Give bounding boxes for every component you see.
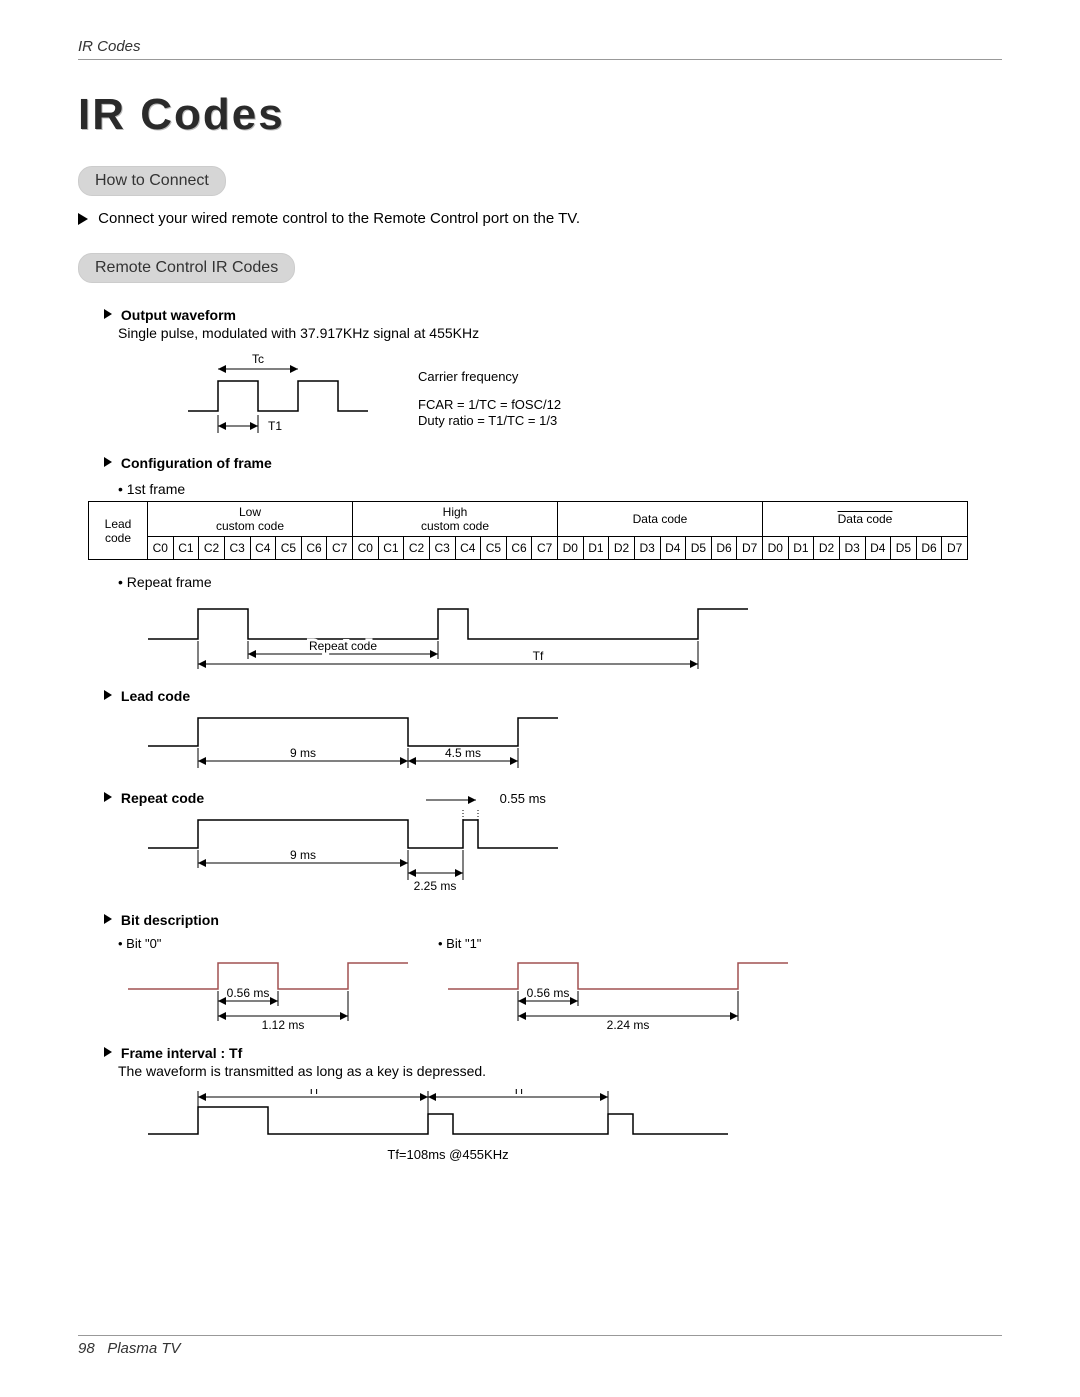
page-title: IR Codes: [78, 90, 1002, 140]
frame-cell: C5: [276, 537, 302, 560]
frame-cell: C6: [301, 537, 327, 560]
heading-configuration: Configuration of frame: [104, 455, 1002, 471]
frame-cell: D0: [558, 537, 584, 560]
repeat-code-label: Repeat code: [309, 639, 377, 653]
bit0-1.12ms: 1.12 ms: [262, 1018, 305, 1031]
frame-cell: C1: [378, 537, 404, 560]
tc-label: Tc: [252, 352, 264, 366]
heading-text: Bit description: [121, 912, 219, 928]
frame-cell: D5: [891, 537, 917, 560]
carrier-freq-label: Carrier frequency: [418, 369, 519, 384]
frame-header: Data code: [763, 502, 968, 537]
repeat-9ms: 9 ms: [290, 848, 316, 862]
heading-bit-description: Bit description: [104, 912, 1002, 928]
frame-cell: C0: [353, 537, 379, 560]
frame-interval-description: The waveform is transmitted as long as a…: [118, 1063, 1002, 1079]
frame-cell: C2: [404, 537, 430, 560]
heading-repeat-code: Repeat code 0.55 ms: [104, 790, 1002, 806]
header-label: IR Codes: [78, 38, 1002, 55]
tf1: Tf: [308, 1089, 319, 1097]
diagram-repeat-code: 9 ms 2.25 ms: [138, 808, 1002, 898]
frame-header: Data code: [558, 502, 763, 537]
section-how-to-connect: How to Connect: [78, 166, 226, 196]
fcar-label: FCAR = 1/TC = fOSC/12: [418, 397, 561, 412]
heading-text: Lead code: [121, 688, 190, 704]
frame-header: Lowcustom code: [148, 502, 353, 537]
heading-frame-interval: Frame interval : Tf: [104, 1045, 1002, 1061]
repeat-2.25ms: 2.25 ms: [414, 879, 457, 893]
frame-cell: D4: [660, 537, 686, 560]
top-rule: [78, 59, 1002, 60]
output-waveform-description: Single pulse, modulated with 37.917KHz s…: [118, 325, 1002, 341]
diagram-frame-interval: Tf Tf Tf=108ms @455KHz: [138, 1089, 1002, 1174]
t1-label: T1: [268, 419, 282, 433]
triangle-icon: [104, 457, 112, 467]
frame-cell: C7: [327, 537, 353, 560]
frame-interval-bottom: Tf=108ms @455KHz: [387, 1147, 508, 1162]
frame-cell: C5: [481, 537, 507, 560]
diagram-bit-description: • Bit "0" 0.56 ms 1.12 ms • Bit "1" 0.56: [118, 930, 1002, 1031]
frame-cell: D4: [865, 537, 891, 560]
triangle-icon: [104, 914, 112, 924]
frame-cell: C4: [455, 537, 481, 560]
frame-cell: D6: [711, 537, 737, 560]
frame-cell: C2: [199, 537, 225, 560]
tf-label: Tf: [533, 649, 544, 663]
frame-cell: C7: [532, 537, 558, 560]
repeat-frame-bullet: Repeat frame: [118, 574, 1002, 590]
diagram-repeat-frame: Repeat code Repeat code Tf: [138, 594, 1002, 674]
heading-text: Frame interval : Tf: [121, 1045, 242, 1061]
footer-text: Plasma TV: [107, 1340, 180, 1357]
triangle-icon: [104, 792, 112, 802]
triangle-icon: [104, 309, 112, 319]
frame-header: Lead code: [89, 502, 148, 560]
frame-cell: C4: [250, 537, 276, 560]
frame-cell: D5: [686, 537, 712, 560]
repeat-0.55ms: 0.55 ms: [500, 791, 546, 806]
heading-output-waveform: Output waveform: [104, 307, 1002, 323]
frame-cell: C3: [224, 537, 250, 560]
duty-label: Duty ratio = T1/TC = 1/3: [418, 413, 557, 428]
tf2: Tf: [513, 1089, 524, 1097]
triangle-icon: [78, 213, 88, 225]
table-first-frame: Lead codeLowcustom codeHighcustom codeDa…: [88, 501, 1002, 560]
frame-cell: D6: [916, 537, 942, 560]
frame-cell: C6: [506, 537, 532, 560]
frame-cell: D0: [763, 537, 789, 560]
diagram-lead-code: 9 ms 4.5 ms: [138, 706, 1002, 784]
frame-header: Highcustom code: [353, 502, 558, 537]
triangle-icon: [104, 690, 112, 700]
first-frame-bullet: 1st frame: [118, 481, 1002, 497]
bit1-label: Bit "1": [446, 936, 481, 951]
bit0-label: Bit "0": [126, 936, 161, 951]
frame-cell: D1: [583, 537, 609, 560]
bit1-2.24ms: 2.24 ms: [607, 1018, 650, 1031]
frame-cell: D7: [942, 537, 968, 560]
frame-cell: C3: [429, 537, 455, 560]
frame-cell: D3: [634, 537, 660, 560]
frame-cell: D2: [814, 537, 840, 560]
heading-text: Repeat code: [121, 790, 204, 806]
heading-lead-code: Lead code: [104, 688, 1002, 704]
frame-cell: D3: [839, 537, 865, 560]
frame-cell: C0: [148, 537, 174, 560]
heading-text: Output waveform: [121, 307, 236, 323]
frame-cell: D2: [609, 537, 635, 560]
bit0-0.56ms: 0.56 ms: [227, 986, 270, 1000]
lead-9ms: 9 ms: [290, 746, 316, 760]
heading-text: Configuration of frame: [121, 455, 272, 471]
connect-body: Connect your wired remote control to the…: [78, 210, 1002, 227]
page-footer: 98 Plasma TV: [78, 1335, 1002, 1357]
bit1-0.56ms: 0.56 ms: [527, 986, 570, 1000]
diagram-output-waveform: Tc T1 Carrier frequency FCAR = 1/TC = fO…: [168, 351, 1002, 441]
page-number: 98: [78, 1340, 95, 1357]
frame-cell: D1: [788, 537, 814, 560]
triangle-icon: [104, 1047, 112, 1057]
section-remote-codes: Remote Control IR Codes: [78, 253, 295, 283]
frame-cell: D7: [737, 537, 763, 560]
connect-text: Connect your wired remote control to the…: [98, 210, 580, 227]
frame-cell: C1: [173, 537, 199, 560]
lead-4.5ms: 4.5 ms: [445, 746, 481, 760]
